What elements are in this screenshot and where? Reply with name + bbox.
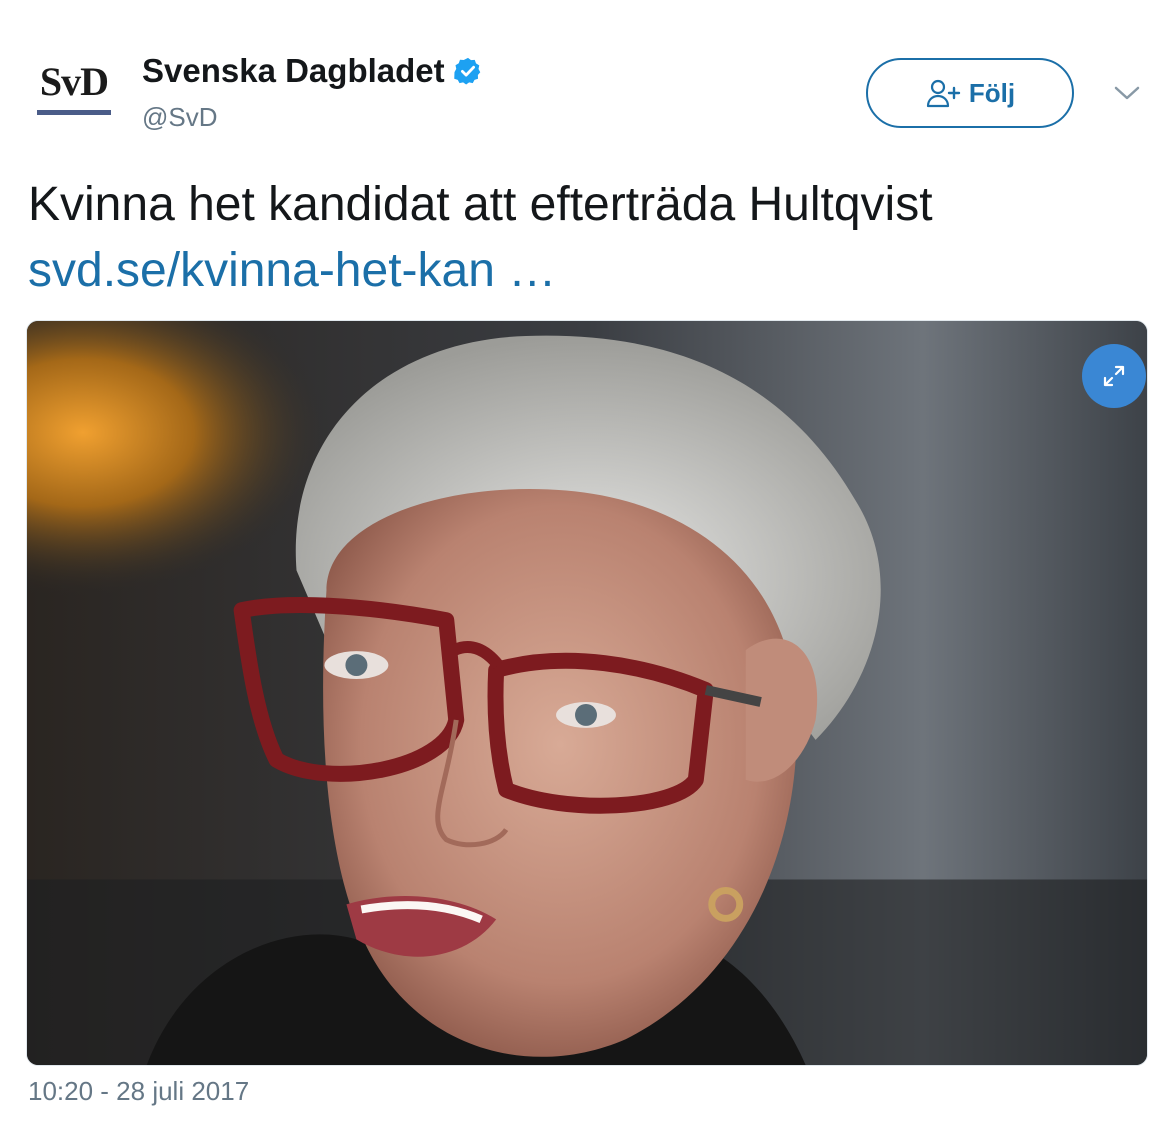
- chevron-down-icon[interactable]: [1112, 82, 1142, 104]
- tweet-photo[interactable]: [26, 320, 1148, 1066]
- verified-badge-icon: [453, 57, 480, 85]
- account-names[interactable]: Svenska Dagbladet @SvD: [142, 52, 483, 133]
- display-name-row: Svenska Dagbladet: [142, 52, 483, 90]
- tweet-text: Kvinna het kandidat att efterträda Hultq…: [28, 178, 933, 231]
- avatar[interactable]: SvD: [28, 60, 120, 130]
- add-user-icon: [926, 79, 961, 108]
- display-name[interactable]: Svenska Dagbladet: [142, 52, 445, 90]
- expand-icon: [1103, 365, 1125, 387]
- avatar-underline: [37, 110, 111, 115]
- follow-button[interactable]: Följ: [866, 58, 1074, 128]
- account-handle[interactable]: @SvD: [142, 102, 483, 133]
- tweet-timestamp[interactable]: 10:20 - 28 juli 2017: [28, 1076, 249, 1107]
- tweet-body: Kvinna het kandidat att efterträda Hultq…: [28, 174, 1148, 302]
- portrait-photo: [27, 321, 1147, 1065]
- tweet-link[interactable]: svd.se/kvinna-het-kan …: [28, 240, 1148, 302]
- follow-button-label: Följ: [968, 77, 1016, 108]
- avatar-logo-text: SvD: [39, 59, 109, 104]
- tweet-header: SvD Svenska Dagbladet @SvD Följ: [0, 0, 1174, 150]
- expand-media-button[interactable]: [1082, 344, 1146, 408]
